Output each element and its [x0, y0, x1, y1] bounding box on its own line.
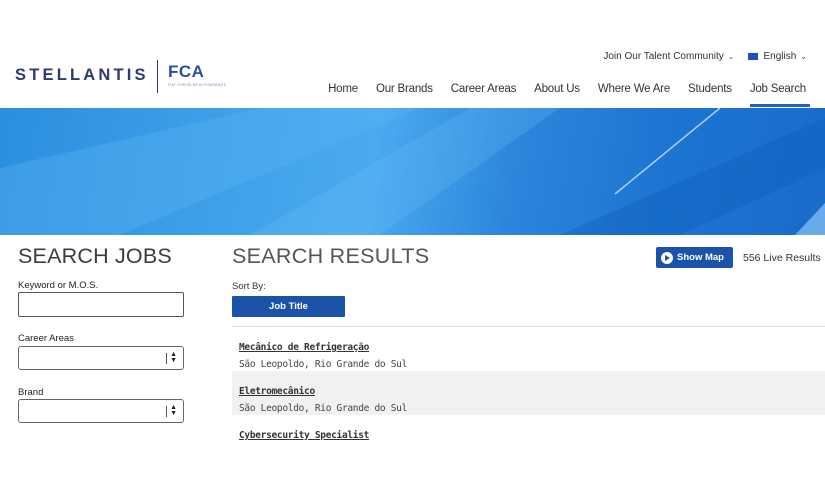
- keyword-label: Keyword or M.O.S.: [18, 280, 99, 291]
- live-results-count: 556 Live Results: [743, 252, 821, 264]
- result-location: São Leopoldo, Rio Grande do Sul: [239, 359, 408, 370]
- show-map-button[interactable]: Show Map: [656, 247, 733, 268]
- talent-community-link[interactable]: Join Our Talent Community ⌄: [603, 51, 734, 62]
- site-header: STELLANTIS FCA FIAT CHRYSLER AUTOMOBILES…: [0, 0, 825, 108]
- career-areas-label: Career Areas: [18, 333, 74, 344]
- nav-home[interactable]: Home: [328, 83, 358, 95]
- select-divider: [166, 353, 167, 364]
- result-item: Mecânico de Refrigeração São Leopoldo, R…: [232, 327, 825, 371]
- nav-our-brands[interactable]: Our Brands: [376, 83, 433, 95]
- brand-select[interactable]: ▲ ▼: [18, 399, 184, 423]
- result-title-link[interactable]: Mecânico de Refrigeração: [239, 342, 369, 353]
- talent-community-label: Join Our Talent Community: [603, 51, 724, 62]
- chevron-down-icon: ⌄: [727, 52, 735, 61]
- sort-job-title-button[interactable]: Job Title: [232, 296, 345, 317]
- stellantis-logo-text: STELLANTIS: [15, 65, 149, 84]
- fca-logo-text: FCA: [168, 62, 205, 81]
- language-selector[interactable]: English ⌄: [748, 51, 807, 62]
- show-map-label: Show Map: [677, 252, 724, 263]
- sort-by-label: Sort By:: [232, 281, 266, 292]
- search-jobs-title: SEARCH JOBS: [18, 244, 172, 268]
- career-areas-select[interactable]: ▲ ▼: [18, 346, 184, 370]
- brand-label: Brand: [18, 387, 44, 398]
- result-item: Eletromecânico São Leopoldo, Rio Grande …: [232, 371, 825, 415]
- keyword-input[interactable]: [18, 292, 184, 317]
- select-arrows-icon: ▲ ▼: [170, 404, 177, 417]
- utility-links: Join Our Talent Community ⌄ English ⌄: [603, 51, 807, 62]
- result-item: Cybersecurity Specialist: [232, 415, 825, 459]
- main-nav: Home Our Brands Career Areas About Us Wh…: [328, 83, 811, 107]
- result-location: São Leopoldo, Rio Grande do Sul: [239, 403, 408, 414]
- nav-students[interactable]: Students: [688, 83, 732, 95]
- flag-icon: [748, 53, 759, 60]
- nav-job-search[interactable]: Job Search: [749, 83, 811, 107]
- nav-career-areas[interactable]: Career Areas: [451, 83, 517, 95]
- hero-banner: [0, 108, 825, 235]
- banner-graphic: [0, 108, 825, 235]
- nav-where-we-are[interactable]: Where We Are: [598, 83, 670, 95]
- result-title-link[interactable]: Cybersecurity Specialist: [239, 430, 369, 441]
- fca-logo-tagline: FIAT CHRYSLER AUTOMOBILES: [168, 83, 227, 87]
- play-circle-icon: [661, 251, 673, 264]
- select-divider: [166, 406, 167, 417]
- stellantis-logo[interactable]: STELLANTIS: [15, 62, 149, 88]
- language-label: English: [763, 51, 797, 62]
- chevron-down-icon: ⌄: [800, 52, 807, 61]
- result-title-link[interactable]: Eletromecânico: [239, 386, 315, 397]
- select-arrows-icon: ▲ ▼: [170, 351, 177, 364]
- nav-about-us[interactable]: About Us: [534, 83, 580, 95]
- search-results-title: SEARCH RESULTS: [232, 244, 430, 268]
- logo-divider: [157, 60, 158, 93]
- fca-logo[interactable]: FCA FIAT CHRYSLER AUTOMOBILES: [168, 62, 226, 87]
